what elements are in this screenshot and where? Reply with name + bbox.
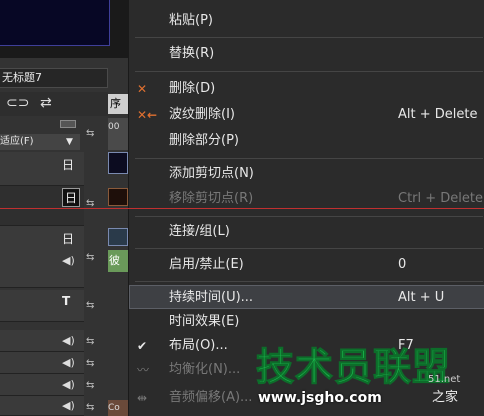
dropdown-arrow-icon: ▼: [66, 137, 73, 147]
menu-item-label: 音频偏移(A)...: [169, 390, 253, 405]
sync-icon[interactable]: ⇆: [86, 358, 94, 369]
timeline-ruler[interactable]: 00: [108, 118, 128, 150]
playhead-line: [0, 208, 484, 209]
title-track-label: T: [62, 294, 71, 308]
ruler-label: 00: [108, 122, 120, 132]
link-icon[interactable]: ⊂⊃: [6, 95, 29, 111]
video-clip[interactable]: [108, 152, 128, 174]
clip-bottom[interactable]: Co: [108, 400, 128, 416]
clip-label: Co: [108, 403, 120, 413]
menu-item-shortcut: Alt + U: [398, 290, 445, 305]
menu-item-replace[interactable]: 替换(R): [129, 42, 484, 66]
sequence-tab-label: 序: [110, 97, 121, 110]
menu-item-delete-part[interactable]: 删除部分(P): [129, 129, 484, 153]
check-icon: ✔: [137, 339, 148, 353]
fit-mode-select[interactable]: 适应(F) ▼: [0, 134, 80, 150]
menu-item-label: 启用/禁止(E): [169, 257, 244, 272]
track-label: 日: [62, 232, 75, 246]
ripple-delete-icon: ✕←: [137, 108, 158, 122]
preview-monitor: [0, 0, 110, 46]
menu-separator: [135, 71, 483, 72]
menu-item-time-effect[interactable]: 时间效果(E): [129, 310, 484, 334]
speaker-icon[interactable]: ◀): [62, 334, 75, 347]
sync-icon[interactable]: ⇆: [86, 336, 94, 347]
sync-icon[interactable]: ⇆: [86, 128, 94, 139]
project-title: 无标题7: [0, 68, 108, 88]
preview-area: [0, 0, 128, 58]
menu-item-label: 删除(D): [169, 81, 216, 96]
track-header-title[interactable]: T: [0, 290, 84, 322]
speaker-icon[interactable]: ◀): [62, 378, 75, 391]
menu-item-label: 波纹删除(I): [169, 107, 235, 122]
watermark-url-fragment: 51.net: [428, 374, 461, 385]
track-header-2[interactable]: 日: [0, 186, 84, 226]
menu-item-label: 删除部分(P): [169, 133, 239, 148]
menu-item-link-group[interactable]: 连接/组(L): [129, 220, 484, 244]
track-label: 日: [62, 158, 75, 172]
ripple-icon[interactable]: ⇄: [40, 95, 52, 111]
menu-item-label: 添加剪切点(N): [169, 166, 254, 181]
menu-item-cut-partial[interactable]: [129, 0, 484, 2]
menu-item-paste[interactable]: 粘贴(P): [129, 9, 484, 33]
timeline-toolbar: ⊂⊃ ⇄: [0, 92, 108, 116]
menu-item-add-cut-point[interactable]: 添加剪切点(N): [129, 162, 484, 186]
menu-item-duration[interactable]: 持续时间(U)... Alt + U: [129, 285, 484, 309]
menu-separator: [135, 216, 483, 217]
menu-item-label: 连接/组(L): [169, 224, 230, 239]
sequence-tab[interactable]: 序: [108, 94, 128, 114]
audio-track-2[interactable]: ◀): [0, 352, 84, 374]
project-title-text: 无标题7: [2, 71, 42, 84]
sync-icon[interactable]: ⇆: [86, 380, 94, 391]
video-clip[interactable]: [108, 228, 128, 246]
audio-clip[interactable]: 彼: [108, 250, 128, 272]
delete-x-icon: ✕: [137, 82, 148, 96]
audio-track-1[interactable]: ◀): [0, 330, 84, 352]
menu-separator: [135, 248, 483, 249]
audio-track-3[interactable]: ◀): [0, 374, 84, 396]
audio-offset-icon: ⇹: [137, 391, 148, 405]
sync-icon[interactable]: ⇆: [86, 300, 94, 311]
menu-item-label: 替换(R): [169, 46, 215, 61]
timeline-scrollbar[interactable]: [60, 120, 76, 128]
menu-item-shortcut: 0: [398, 257, 407, 272]
menu-item-label: 均衡化(N)...: [169, 362, 241, 377]
menu-item-label: 粘贴(P): [169, 13, 213, 28]
track-header-1[interactable]: 日: [0, 152, 84, 186]
menu-item-label: 布局(O)...: [169, 338, 228, 353]
watermark-url: www.jsgho.com: [258, 390, 382, 406]
menu-separator: [135, 37, 483, 38]
watermark-logo: 技术员联盟: [255, 345, 452, 389]
fit-mode-label: 适应(F): [0, 136, 34, 147]
speaker-icon[interactable]: ◀): [62, 254, 75, 267]
sync-icon[interactable]: ⇆: [86, 402, 94, 413]
video-clip-selected[interactable]: [108, 188, 128, 206]
clip-label: 彼: [109, 254, 120, 267]
menu-item-label: 时间效果(E): [169, 314, 240, 329]
menu-item-label: 持续时间(U)...: [169, 290, 254, 305]
track-label: 日: [62, 188, 81, 207]
menu-item-ripple-delete[interactable]: ✕← 波纹删除(I) Alt + Delete: [129, 103, 484, 127]
menu-separator: [135, 158, 483, 159]
menu-item-enable-disable[interactable]: 启用/禁止(E) 0: [129, 253, 484, 277]
watermark-site-suffix: 之家: [432, 390, 459, 405]
waveform-icon: 〰: [137, 363, 150, 377]
sync-icon[interactable]: ⇆: [86, 252, 94, 263]
speaker-icon[interactable]: ◀): [62, 399, 75, 412]
menu-item-delete[interactable]: ✕ 删除(D): [129, 77, 484, 101]
speaker-icon[interactable]: ◀): [62, 356, 75, 369]
track-header-3[interactable]: 日 ◀): [0, 226, 84, 288]
menu-item-shortcut: Alt + Delete: [398, 107, 478, 122]
audio-track-4[interactable]: ◀): [0, 396, 84, 416]
menu-separator: [135, 281, 483, 282]
